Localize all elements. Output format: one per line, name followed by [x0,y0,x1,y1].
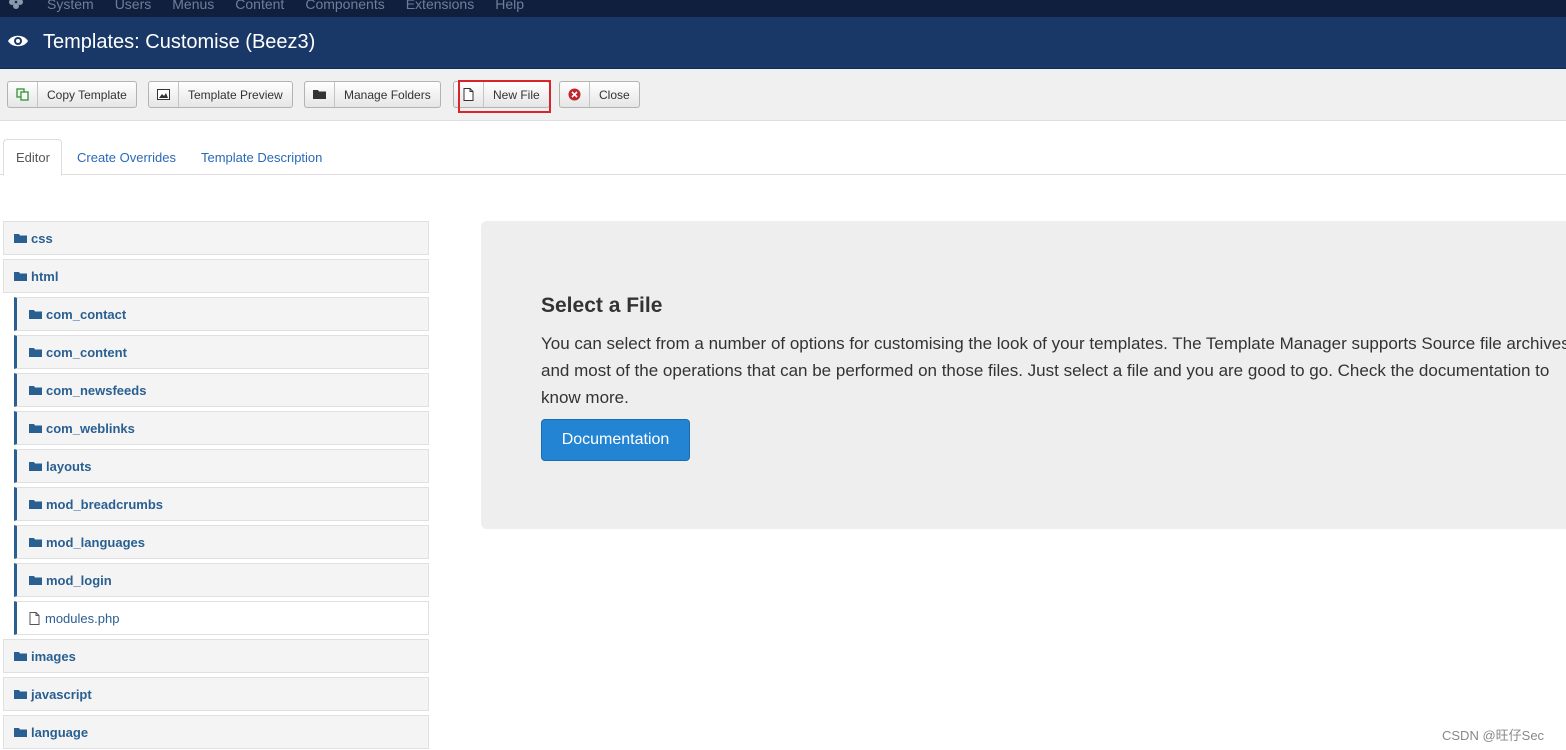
tab-template-description[interactable]: Template Description [189,139,334,175]
tree-folder-com-weblinks[interactable]: com_weblinks [14,411,429,445]
menu-users[interactable]: Users [115,0,152,12]
documentation-button[interactable]: Documentation [541,419,690,461]
tree-label: com_newsfeeds [46,382,147,398]
tab-editor[interactable]: Editor [3,139,62,176]
tree-label: com_contact [46,306,127,322]
manage-folders-label: Manage Folders [344,87,431,102]
folder-icon [14,233,27,243]
manage-folders-button[interactable]: Manage Folders [304,81,441,108]
panel-heading: Select a File [541,294,663,317]
panel-description: You can select from a number of options … [541,334,1566,407]
tree-label: css [31,230,53,246]
tree-label: com_content [46,344,127,360]
eye-icon [8,35,28,47]
folder-icon [29,537,42,547]
folder-icon [29,347,42,357]
menu-help[interactable]: Help [495,0,524,12]
tree-folder-com-newsfeeds[interactable]: com_newsfeeds [14,373,429,407]
tree-folder-mod-login[interactable]: mod_login [14,563,429,597]
select-file-panel: Select a File You can select from a numb… [481,221,1566,529]
menu-extensions[interactable]: Extensions [406,0,474,12]
joomla-logo-icon[interactable] [8,0,24,10]
tab-create-overrides[interactable]: Create Overrides [65,139,188,175]
toolbar: Copy Template Template Preview Manage Fo… [0,69,1566,121]
menu-system[interactable]: System [47,0,94,12]
folder-open-icon [14,271,27,281]
folder-icon [29,575,42,585]
tree-folder-javascript[interactable]: javascript [3,677,429,711]
template-preview-button[interactable]: Template Preview [148,81,293,108]
folder-icon [29,385,42,395]
tree-folder-com-contact[interactable]: com_contact [14,297,429,331]
copy-icon [8,82,38,107]
copy-template-label: Copy Template [47,87,127,102]
tree-folder-css[interactable]: css [3,221,429,255]
tree-label: mod_breadcrumbs [46,496,164,512]
file-icon [29,611,40,625]
menu-content[interactable]: Content [235,0,284,12]
menu-menus[interactable]: Menus [172,0,214,12]
tree-folder-language[interactable]: language [3,715,429,749]
folder-icon [29,309,42,319]
new-file-label: New File [493,87,540,102]
menu-components[interactable]: Components [305,0,384,12]
tree-label: layouts [46,458,92,474]
folder-icon [29,499,42,509]
tree-folder-images[interactable]: images [3,639,429,673]
folder-icon [14,727,27,737]
tree-label: language [31,724,89,740]
title-bar: Templates: Customise (Beez3) [0,17,1566,69]
tree-folder-mod-breadcrumbs[interactable]: mod_breadcrumbs [14,487,429,521]
page-title: Templates: Customise (Beez3) [43,31,316,53]
template-preview-label: Template Preview [188,87,283,102]
tree-label: mod_languages [46,534,145,550]
tree-label: mod_login [46,572,112,588]
tree-label: modules.php [45,610,120,626]
watermark: CSDN @旺仔Sec [1442,728,1545,743]
tree-label: html [31,268,59,284]
folder-icon [14,689,27,699]
tree-folder-mod-languages[interactable]: mod_languages [14,525,429,559]
close-label: Close [599,87,630,102]
image-icon [149,82,179,107]
tree-folder-layouts[interactable]: layouts [14,449,429,483]
tree-folder-com-content[interactable]: com_content [14,335,429,369]
folder-icon [14,651,27,661]
tree-file-modules-php[interactable]: modules.php [14,601,429,635]
new-file-button[interactable]: New File [453,81,550,108]
folder-icon [305,82,335,107]
close-icon [560,82,590,107]
tab-bar: Editor Create Overrides Template Descrip… [0,139,1566,176]
file-icon [454,82,484,107]
tree-folder-html[interactable]: html [3,259,429,293]
tree-label: javascript [31,686,92,702]
folder-icon [29,461,42,471]
folder-icon [29,423,42,433]
copy-template-button[interactable]: Copy Template [7,81,137,108]
tree-label: images [31,648,76,664]
close-button[interactable]: Close [559,81,640,108]
top-menu-bar: System Users Menus Content Components Ex… [0,0,1566,17]
tree-label: com_weblinks [46,420,135,436]
